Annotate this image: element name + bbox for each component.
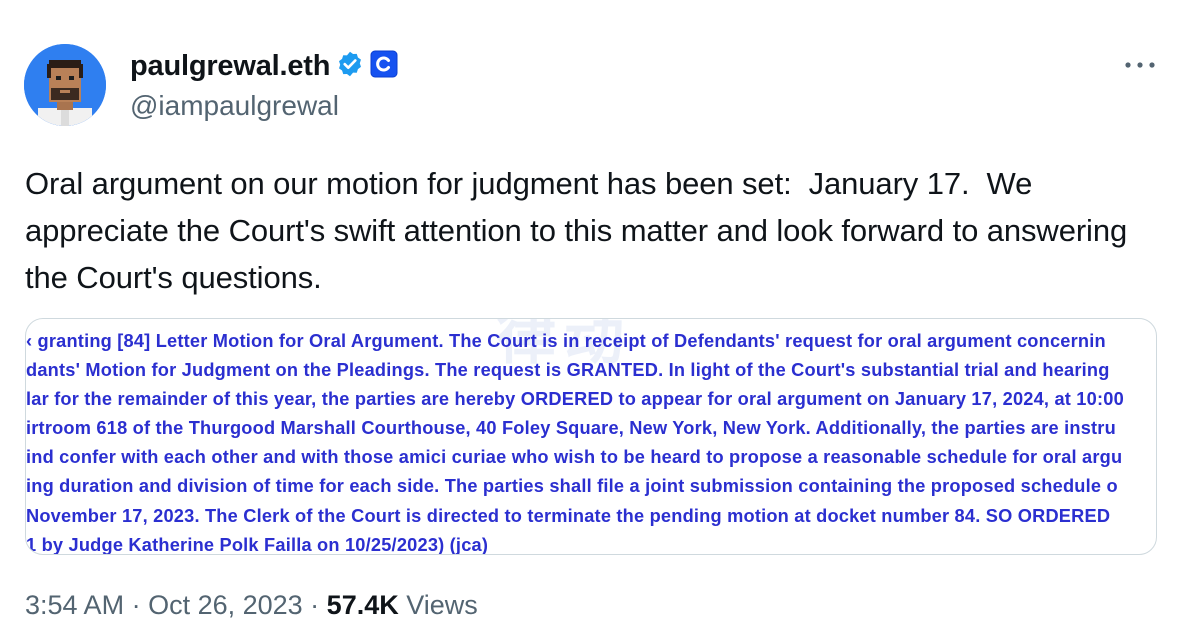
- views-count[interactable]: 57.4K: [327, 590, 399, 621]
- coinbase-c-icon[interactable]: [370, 50, 398, 83]
- media-image[interactable]: 律动 ‹ granting [84] Letter Motion for Ora…: [25, 318, 1157, 555]
- meta-separator: ·: [124, 590, 149, 620]
- doc-line: ing duration and division of time for ea…: [26, 475, 1118, 497]
- court-order-text: ‹ granting [84] Letter Motion for Oral A…: [26, 326, 1156, 555]
- doc-line: irtroom 618 of the Thurgood Marshall Cou…: [26, 417, 1116, 439]
- doc-line: 1 by Judge Katherine Polk Failla on 10/2…: [26, 533, 489, 555]
- tweet-time[interactable]: 3:54 AM: [25, 590, 124, 621]
- doc-line: ‹ granting [84] Letter Motion for Oral A…: [26, 330, 1106, 351]
- tweet-date[interactable]: Oct 26, 2023: [148, 590, 303, 621]
- pixel-avatar-icon: [24, 44, 106, 126]
- more-options-button[interactable]: [1120, 50, 1160, 80]
- doc-line: November 17, 2023. The Clerk of the Cour…: [26, 504, 1111, 526]
- more-options-icon: [1125, 62, 1155, 68]
- handle[interactable]: @iampaulgrewal: [130, 90, 339, 122]
- verified-badge-icon: [336, 50, 364, 83]
- doc-line: lar for the remainder of this year, the …: [26, 388, 1124, 410]
- avatar[interactable]: [24, 44, 106, 126]
- meta-separator: ·: [302, 590, 327, 620]
- doc-line: ind confer with each other and with thos…: [26, 446, 1123, 468]
- tweet-meta: 3:54 AM · Oct 26, 2023 · 57.4K Views: [25, 590, 478, 621]
- tweet-text: Oral argument on our motion for judgment…: [25, 166, 1136, 295]
- views-label: Views: [398, 590, 478, 620]
- doc-line: dants' Motion for Judgment on the Pleadi…: [26, 359, 1110, 381]
- display-name[interactable]: paulgrewal.eth: [130, 50, 330, 83]
